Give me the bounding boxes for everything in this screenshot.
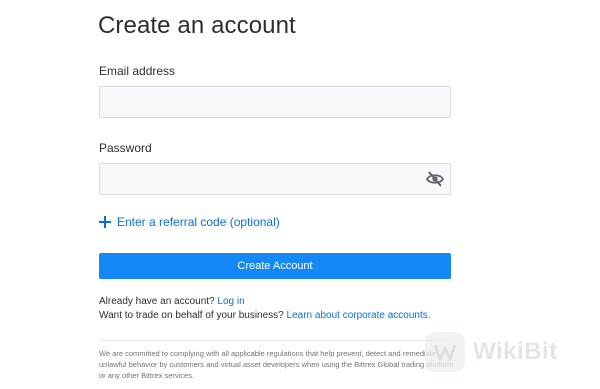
email-field[interactable] bbox=[99, 86, 451, 118]
create-account-button[interactable]: Create Account bbox=[99, 253, 451, 279]
legal-disclaimer: We are committed to complying with all a… bbox=[99, 349, 454, 380]
password-label: Password bbox=[99, 141, 152, 155]
signup-page: Create an account Email address Password… bbox=[0, 0, 600, 389]
password-field[interactable] bbox=[99, 163, 451, 195]
email-label: Email address bbox=[99, 64, 176, 78]
business-prompt-line: Want to trade on behalf of your business… bbox=[99, 310, 431, 321]
corporate-accounts-link[interactable]: Learn about corporate accounts. bbox=[287, 310, 431, 321]
referral-code-link[interactable]: Enter a referral code (optional) bbox=[99, 215, 280, 229]
watermark-text: WikiBit bbox=[473, 338, 558, 365]
login-prompt-text: Already have an account? bbox=[99, 296, 215, 307]
wikibit-logo-icon bbox=[425, 332, 465, 372]
plus-icon bbox=[99, 216, 111, 228]
login-prompt-line: Already have an account? Log in bbox=[99, 296, 245, 307]
divider bbox=[99, 340, 451, 341]
page-title: Create an account bbox=[98, 12, 296, 39]
eye-slash-icon[interactable] bbox=[425, 170, 445, 188]
referral-code-label: Enter a referral code (optional) bbox=[117, 215, 280, 229]
watermark: WikiBit bbox=[425, 332, 558, 372]
business-prompt-text: Want to trade on behalf of your business… bbox=[99, 310, 284, 321]
login-link[interactable]: Log in bbox=[217, 296, 244, 307]
